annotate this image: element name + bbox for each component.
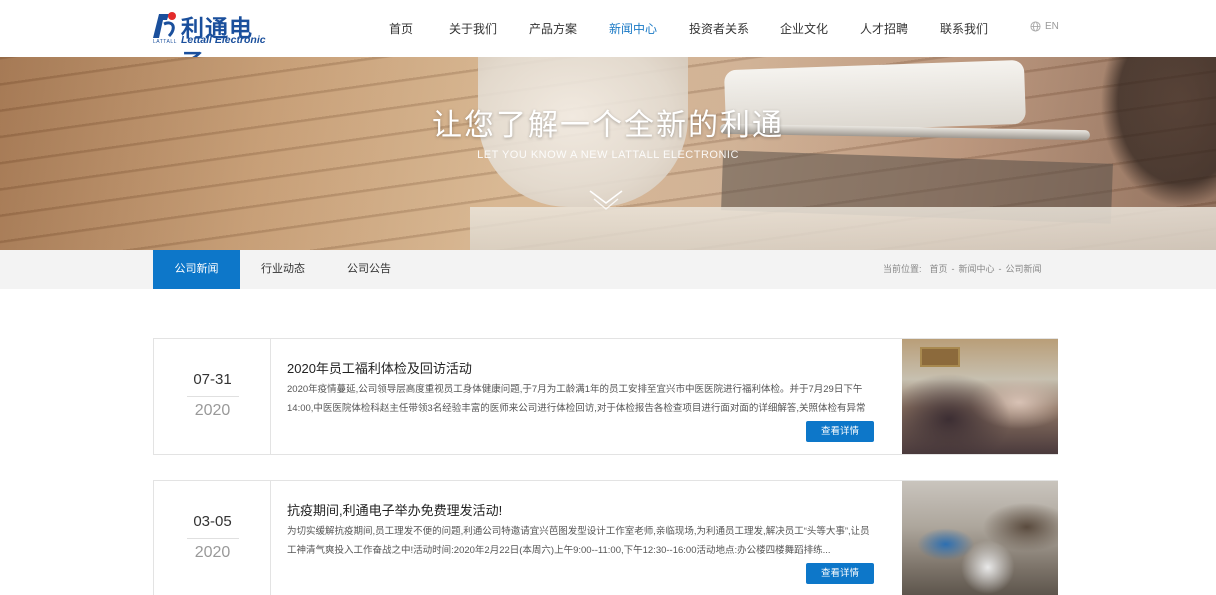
tab-industry-news[interactable]: 行业动态 [240,250,326,289]
date-divider [187,538,239,539]
nav-item-careers[interactable]: 人才招聘 [860,20,908,37]
tab-announcements[interactable]: 公司公告 [326,250,412,289]
view-details-button[interactable]: 查看详情 [806,563,874,584]
breadcrumb-news-center[interactable]: 新闻中心 [959,250,995,289]
banner-newspaper-image [470,207,1216,250]
breadcrumb-current: 公司新闻 [1005,264,1042,274]
site-header: 利通电子 Lettall Electronic LATTALL 首页 关于我们 … [0,0,1216,76]
language-switch[interactable]: EN [1030,21,1059,32]
breadcrumb-separator: - [951,264,955,274]
wall-painting [920,347,960,367]
news-thumbnail[interactable] [902,481,1058,595]
breadcrumb-separator: - [998,264,1002,274]
nav-item-about[interactable]: 关于我们 [449,20,497,37]
brand-sub: LATTALL [153,39,177,45]
news-item[interactable]: 03-05 2020 抗疫期间,利通电子举办免费理发活动! 为切实缓解抗疫期间,… [153,480,1058,595]
banner-subtitle: LET YOU KNOW A NEW LATTALL ELECTRONIC [477,149,739,161]
date-divider [187,396,239,397]
tab-company-news[interactable]: 公司新闻 [153,250,240,289]
news-date: 07-31 2020 [154,339,271,454]
news-thumbnail[interactable] [902,339,1058,454]
news-date: 03-05 2020 [154,481,271,595]
nav-item-news[interactable]: 新闻中心 [609,20,657,37]
banner-title: 让您了解一个全新的利通 [432,108,784,143]
nav-item-culture[interactable]: 企业文化 [780,20,828,37]
chevron-down-icon[interactable] [588,187,624,215]
news-date-md: 03-05 [193,513,232,530]
news-item[interactable]: 07-31 2020 2020年员工福利体检及回访活动 2020年疫情蔓延,公司… [153,338,1058,455]
globe-icon [1030,21,1041,32]
news-title[interactable]: 2020年员工福利体检及回访活动 [287,358,472,377]
news-date-year: 2020 [194,402,231,419]
breadcrumb: 当前位置: 首页 - 新闻中心 - 公司新闻 [883,250,1042,289]
news-summary: 2020年疫情蔓延,公司领导层高度重视员工身体健康问题,于7月为工龄满1年的员工… [287,384,866,414]
nav-item-home[interactable]: 首页 [389,20,413,37]
news-date-md: 07-31 [193,371,232,388]
brand-logo[interactable]: 利通电子 Lettall Electronic LATTALL [153,10,273,76]
brand-name-en: Lettall Electronic [181,34,266,46]
language-label: EN [1045,21,1059,32]
news-summary: 为切实缓解抗疫期间,员工理发不便的问题,利通公司特邀请宜兴芭图发型设计工作室老师… [287,526,870,556]
nav-item-investors[interactable]: 投资者关系 [689,20,749,37]
breadcrumb-prefix: 当前位置: [883,264,922,274]
nav-item-contact[interactable]: 联系我们 [940,20,988,37]
news-date-year: 2020 [194,544,231,561]
breadcrumb-home[interactable]: 首页 [930,250,948,289]
section-subnav: 公司新闻 行业动态 公司公告 当前位置: 首页 - 新闻中心 - 公司新闻 [0,250,1216,289]
hero-banner: 让您了解一个全新的利通 LET YOU KNOW A NEW LATTALL E… [0,57,1216,250]
news-title[interactable]: 抗疫期间,利通电子举办免费理发活动! [287,500,502,519]
view-details-button[interactable]: 查看详情 [806,421,874,442]
nav-item-products[interactable]: 产品方案 [529,20,577,37]
